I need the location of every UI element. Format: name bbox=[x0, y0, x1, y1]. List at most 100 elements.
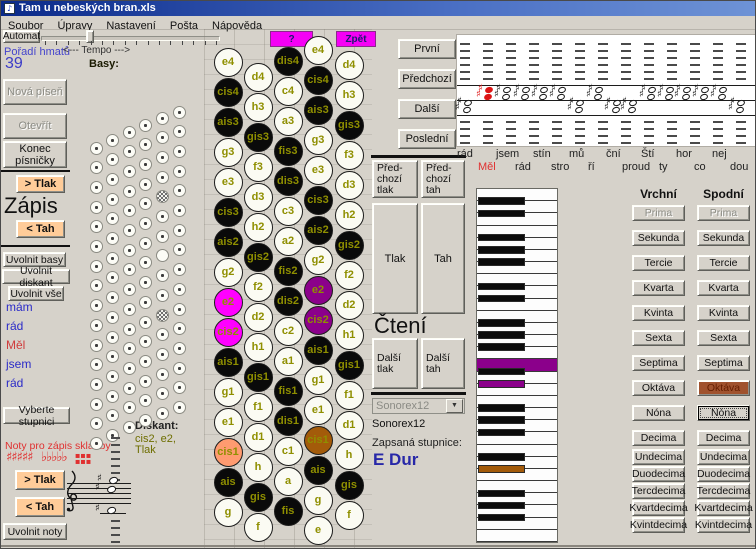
diskant-button-ais[interactable]: ais bbox=[304, 456, 333, 485]
bass-button[interactable] bbox=[106, 212, 119, 225]
bass-button[interactable] bbox=[156, 151, 169, 164]
bass-button[interactable] bbox=[90, 437, 103, 450]
interval-spodni-decima[interactable]: Decima bbox=[697, 430, 750, 446]
interval-vrchni-kvartdecima[interactable]: Kvartdecima bbox=[632, 500, 685, 516]
piano-key-gis2[interactable] bbox=[478, 331, 525, 339]
bass-button[interactable] bbox=[90, 201, 103, 214]
diskant-button-c3[interactable]: c3 bbox=[274, 197, 303, 226]
interval-spodni-oktava[interactable]: Oktáva bbox=[697, 380, 750, 396]
bass-button[interactable] bbox=[106, 331, 119, 344]
bass-button[interactable] bbox=[139, 237, 152, 250]
piano-key-cis1[interactable] bbox=[478, 465, 525, 473]
diskant-button-dis4[interactable]: dis4 bbox=[274, 47, 303, 76]
diskant-button-a1[interactable]: a1 bbox=[274, 347, 303, 376]
interval-spodni-tercie[interactable]: Tercie bbox=[697, 255, 750, 271]
diskant-button-ais[interactable]: ais bbox=[214, 468, 243, 497]
next-button[interactable]: Další bbox=[398, 99, 456, 119]
bass-button[interactable] bbox=[90, 220, 103, 233]
bass-button[interactable] bbox=[106, 311, 119, 324]
bass-button[interactable] bbox=[106, 350, 119, 363]
diskant-button-fis1[interactable]: fis1 bbox=[274, 377, 303, 406]
bass-button[interactable] bbox=[90, 279, 103, 292]
diskant-button-d2[interactable]: d2 bbox=[244, 303, 273, 332]
bass-button[interactable] bbox=[106, 271, 119, 284]
bass-button[interactable] bbox=[123, 126, 136, 139]
bass-button[interactable] bbox=[156, 368, 169, 381]
bass-button[interactable] bbox=[123, 204, 136, 217]
press-button-top[interactable]: > Tlak bbox=[16, 175, 65, 193]
diskant-button-c4[interactable]: c4 bbox=[274, 77, 303, 106]
bass-button[interactable] bbox=[123, 342, 136, 355]
diskant-button-d3[interactable]: d3 bbox=[335, 171, 364, 200]
menu-posta[interactable]: Pošta bbox=[163, 19, 205, 32]
diskant-button-f3[interactable]: f3 bbox=[335, 141, 364, 170]
bass-button[interactable] bbox=[106, 232, 119, 245]
diskant-button-h3[interactable]: h3 bbox=[335, 81, 364, 110]
diskant-button-d3[interactable]: d3 bbox=[244, 183, 273, 212]
bass-button[interactable] bbox=[123, 303, 136, 316]
diskant-button-gis[interactable]: gis bbox=[244, 483, 273, 512]
interval-spodni-septima[interactable]: Septima bbox=[697, 355, 750, 371]
pull-button-top[interactable]: < Tah bbox=[16, 220, 65, 238]
diskant-button-e2[interactable]: e2 bbox=[214, 288, 243, 317]
bass-button[interactable] bbox=[156, 131, 169, 144]
bass-button[interactable] bbox=[106, 291, 119, 304]
bass-button[interactable] bbox=[90, 339, 103, 352]
bass-button[interactable] bbox=[139, 197, 152, 210]
diskant-button-c1[interactable]: c1 bbox=[274, 437, 303, 466]
diskant-button-a2[interactable]: a2 bbox=[274, 227, 303, 256]
interval-vrchni-kvintdecima[interactable]: Kvintdecima bbox=[632, 517, 685, 533]
bass-button[interactable] bbox=[173, 106, 186, 119]
automat-button[interactable]: Automat bbox=[3, 30, 40, 43]
diskant-button-gis[interactable]: gis bbox=[335, 471, 364, 500]
last-button[interactable]: Poslední bbox=[398, 129, 456, 149]
release-notes-button[interactable]: Uvolnit noty bbox=[3, 523, 67, 540]
diskant-button-gis2[interactable]: gis2 bbox=[244, 243, 273, 272]
diskant-button-g1[interactable]: g1 bbox=[304, 366, 333, 395]
bass-button[interactable] bbox=[139, 335, 152, 348]
bass-button[interactable] bbox=[106, 370, 119, 383]
piano-key-fis3[interactable] bbox=[478, 258, 525, 266]
diskant-button-g2[interactable]: g2 bbox=[304, 246, 333, 275]
bass-button[interactable] bbox=[139, 276, 152, 289]
diskant-button-e1[interactable]: e1 bbox=[214, 408, 243, 437]
interval-vrchni-sekunda[interactable]: Sekunda bbox=[632, 230, 685, 246]
diskant-button-cis4[interactable]: cis4 bbox=[304, 66, 333, 95]
diskant-button-cis2[interactable]: cis2 bbox=[214, 318, 243, 347]
bass-button[interactable] bbox=[90, 358, 103, 371]
diskant-button-f2[interactable]: f2 bbox=[335, 261, 364, 290]
bass-button[interactable] bbox=[106, 134, 119, 147]
bass-button[interactable] bbox=[139, 119, 152, 132]
diskant-button-cis1[interactable]: cis1 bbox=[214, 438, 243, 467]
bass-button[interactable] bbox=[156, 230, 169, 243]
bass-button[interactable] bbox=[173, 362, 186, 375]
diskant-button-cis2[interactable]: cis2 bbox=[304, 306, 333, 335]
interval-spodni-kvintdecima[interactable]: Kvintdecima bbox=[697, 517, 750, 533]
piano-key-ais2[interactable] bbox=[478, 319, 525, 327]
diskant-button-fis3[interactable]: fis3 bbox=[274, 137, 303, 166]
bass-button[interactable] bbox=[123, 283, 136, 296]
choose-scale-button[interactable]: Vyberte stupnici bbox=[3, 407, 70, 424]
diskant-button-e2[interactable]: e2 bbox=[304, 276, 333, 305]
bass-button[interactable] bbox=[123, 382, 136, 395]
diskant-button-g[interactable]: g bbox=[214, 498, 243, 527]
bass-button[interactable] bbox=[123, 244, 136, 257]
piano-key-dis1[interactable] bbox=[478, 453, 525, 461]
diskant-button-a[interactable]: a bbox=[274, 467, 303, 496]
bass-button[interactable] bbox=[139, 355, 152, 368]
diskant-button-dis2[interactable]: dis2 bbox=[274, 287, 303, 316]
bass-button[interactable] bbox=[90, 260, 103, 273]
bass-button[interactable] bbox=[106, 409, 119, 422]
bass-button[interactable] bbox=[156, 112, 169, 125]
bass-button[interactable] bbox=[139, 296, 152, 309]
interval-spodni-nona[interactable]: Nóna bbox=[697, 405, 750, 421]
diskant-button-f[interactable]: f bbox=[335, 501, 364, 530]
next-press-button[interactable]: Další tlak bbox=[372, 338, 418, 389]
interval-vrchni-septima[interactable]: Septima bbox=[632, 355, 685, 371]
diskant-button-ais2[interactable]: ais2 bbox=[214, 228, 243, 257]
bass-button[interactable] bbox=[156, 348, 169, 361]
interval-vrchni-sexta[interactable]: Sexta bbox=[632, 330, 685, 346]
press-button-bottom[interactable]: > Tlak bbox=[15, 470, 65, 490]
bass-button[interactable] bbox=[139, 316, 152, 329]
bass-button[interactable] bbox=[173, 184, 186, 197]
